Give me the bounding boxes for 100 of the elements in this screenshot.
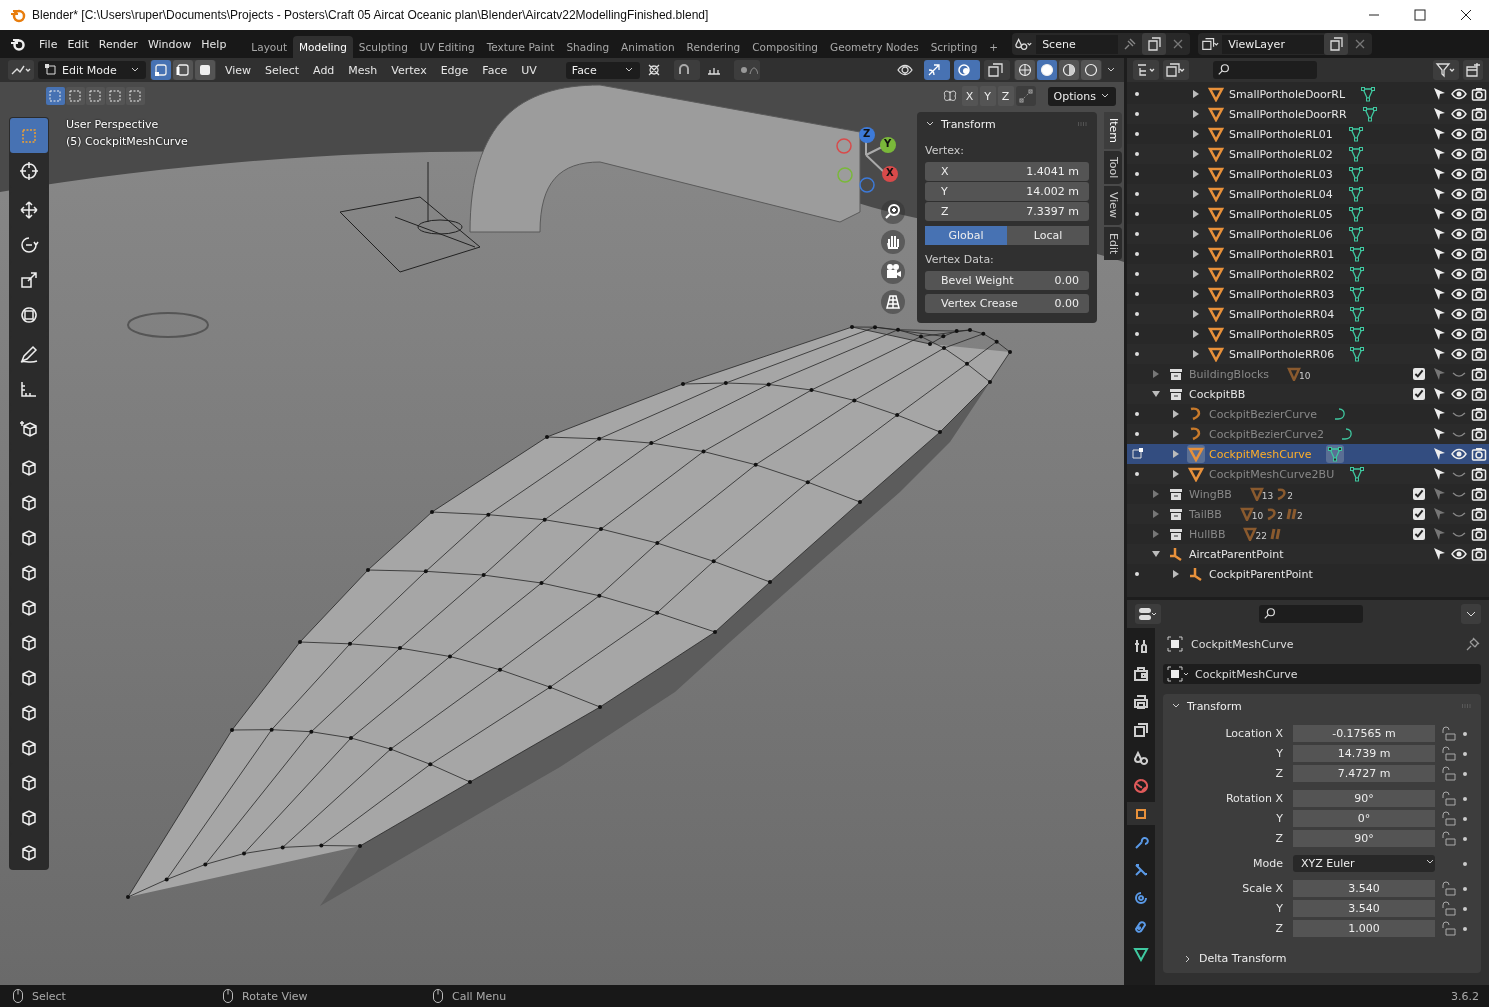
sidebar-tab[interactable]: Tool <box>1104 151 1122 185</box>
camera-icon[interactable] <box>1471 526 1487 542</box>
number-field[interactable]: 1.000 <box>1293 920 1435 937</box>
zoom-icon[interactable] <box>881 200 905 224</box>
copy-icon[interactable] <box>1142 33 1167 55</box>
camera-icon[interactable] <box>1471 286 1487 302</box>
camera-icon[interactable] <box>1471 306 1487 322</box>
datablock-field[interactable]: CockpitMeshCurve <box>1163 664 1481 684</box>
lock-icon[interactable] <box>1441 880 1457 897</box>
menu-item[interactable]: Face <box>477 63 513 77</box>
keyframe-dot-icon[interactable] <box>1463 751 1467 756</box>
grip-icon[interactable] <box>1077 121 1089 127</box>
keyframe-dot-icon[interactable] <box>1463 796 1467 801</box>
eye-icon[interactable] <box>1451 286 1467 302</box>
pointer-icon[interactable] <box>1431 146 1447 162</box>
exclude-checkbox[interactable] <box>1413 388 1425 400</box>
menu-item[interactable]: Mesh <box>343 63 383 77</box>
workspace-tab[interactable]: Layout <box>245 36 294 58</box>
dot-icon[interactable] <box>1135 312 1139 316</box>
keyframe-dot-icon[interactable] <box>1463 836 1467 841</box>
expand-arrow-icon[interactable] <box>1151 369 1161 379</box>
camera-icon[interactable] <box>1471 386 1487 402</box>
exclude-checkbox[interactable] <box>1413 528 1425 540</box>
outliner-row[interactable]: HullBB 22 <box>1127 524 1489 544</box>
dot-icon[interactable] <box>1135 152 1139 156</box>
eye-icon[interactable] <box>1451 186 1467 202</box>
selection-mode-button[interactable] <box>106 87 125 105</box>
collapsed-panel[interactable]: Delta Transform <box>1163 938 1481 969</box>
copy-icon[interactable] <box>1324 33 1349 55</box>
number-field[interactable]: 0° <box>1293 810 1435 827</box>
dot-icon[interactable] <box>1135 112 1139 116</box>
pointer-icon[interactable] <box>1431 286 1447 302</box>
workspace-tab[interactable]: Compositing <box>746 36 825 58</box>
filter-icon[interactable] <box>1433 60 1459 80</box>
number-field[interactable]: 90° <box>1293 830 1435 847</box>
pointer-icon[interactable] <box>1431 106 1447 122</box>
outliner-row[interactable]: SmallPortholeRL01 <box>1127 124 1489 144</box>
lock-icon[interactable] <box>1441 810 1457 827</box>
keyframe-dot-icon[interactable] <box>1463 731 1467 736</box>
expand-arrow-icon[interactable] <box>1171 469 1181 479</box>
eye-icon[interactable] <box>1451 326 1467 342</box>
workspace-tab[interactable]: Texture Paint <box>480 36 561 58</box>
outliner-row[interactable]: SmallPortholeRR05 <box>1127 324 1489 344</box>
sidebar-tab[interactable]: Edit <box>1104 226 1122 260</box>
expand-arrow-icon[interactable] <box>1191 109 1201 119</box>
pointer-icon[interactable] <box>1431 326 1447 342</box>
search-field[interactable] <box>1259 605 1363 623</box>
expand-arrow-icon[interactable] <box>1151 509 1161 519</box>
search-field[interactable] <box>1213 61 1317 79</box>
solid-shading-button[interactable] <box>1037 60 1057 80</box>
workspace-tab[interactable]: Sculpting <box>352 36 414 58</box>
dot-icon[interactable] <box>1135 572 1139 576</box>
workspace-tab[interactable]: Animation <box>615 36 681 58</box>
selection-mode-button[interactable] <box>126 87 145 105</box>
expand-arrow-icon[interactable] <box>1191 329 1201 339</box>
add-workspace-button[interactable]: + <box>983 36 1005 58</box>
eye-icon[interactable] <box>1451 106 1467 122</box>
scene-field[interactable]: Scene <box>1036 34 1119 54</box>
pointer-icon[interactable] <box>1431 546 1447 562</box>
new-collection-icon[interactable] <box>1463 60 1483 80</box>
edge-select-button[interactable] <box>173 60 193 80</box>
camera-icon[interactable] <box>1471 126 1487 142</box>
face-select-button[interactable] <box>195 60 215 80</box>
camera-icon[interactable] <box>1471 166 1487 182</box>
camera-icon[interactable] <box>1471 506 1487 522</box>
workspace-tab[interactable]: Rendering <box>680 36 747 58</box>
editor-type-icon[interactable] <box>1135 604 1161 624</box>
outliner-row[interactable]: CockpitBezierCurve <box>1127 404 1489 424</box>
dot-icon[interactable] <box>1135 352 1139 356</box>
expand-arrow-icon[interactable] <box>1171 449 1181 459</box>
number-field[interactable]: 90° <box>1293 790 1435 807</box>
expand-arrow-icon[interactable] <box>1191 209 1201 219</box>
coordinate-field[interactable]: Y 14.002 m <box>925 182 1089 201</box>
pointer-icon[interactable] <box>1431 386 1447 402</box>
eye-icon[interactable] <box>1451 226 1467 242</box>
overlay-toggle-icon[interactable] <box>954 60 980 80</box>
camera-icon[interactable] <box>1471 106 1487 122</box>
menu-item[interactable]: File <box>34 37 63 51</box>
outliner-row[interactable]: SmallPortholeRR03 <box>1127 284 1489 304</box>
camera-icon[interactable] <box>1471 346 1487 362</box>
lock-icon[interactable] <box>1441 900 1457 917</box>
dot-icon[interactable] <box>1135 472 1139 476</box>
outliner-row[interactable]: CockpitMeshCurve <box>1127 444 1489 464</box>
eye-icon[interactable] <box>1451 166 1467 182</box>
lock-icon[interactable] <box>1441 830 1457 847</box>
hand-icon[interactable] <box>881 230 905 254</box>
keyframe-dot-icon[interactable] <box>1463 906 1467 911</box>
dot-icon[interactable] <box>1135 172 1139 176</box>
pointer-icon[interactable] <box>1431 206 1447 222</box>
camera-icon[interactable] <box>1471 226 1487 242</box>
keyframe-dot-icon[interactable] <box>1463 926 1467 931</box>
display-mode-icon[interactable] <box>1133 60 1159 80</box>
expand-arrow-icon[interactable] <box>1151 489 1161 499</box>
space-toggle-button[interactable]: Global <box>925 226 1007 245</box>
xray-icon[interactable] <box>984 60 1010 80</box>
menu-item[interactable]: Window <box>142 37 197 51</box>
pointer-icon[interactable] <box>1431 266 1447 282</box>
vertex-data-field[interactable]: Bevel Weight 0.00 <box>925 271 1089 290</box>
vertex-select-button[interactable] <box>151 60 171 80</box>
camera-icon[interactable] <box>1471 86 1487 102</box>
